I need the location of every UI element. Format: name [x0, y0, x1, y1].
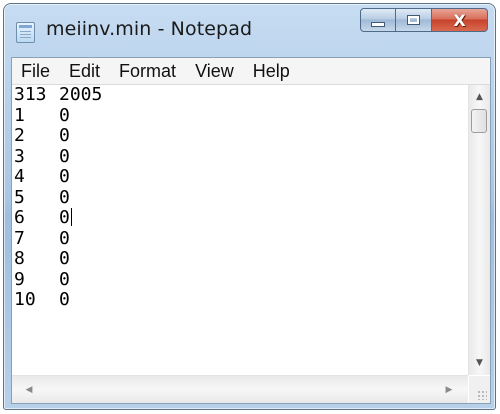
line-col-1: 3 [14, 145, 25, 167]
line-col-2: 0 [59, 125, 70, 146]
title-bar[interactable]: meiinv.min - Notepad X [4, 4, 495, 56]
menu-format[interactable]: Format [110, 61, 186, 82]
window-title: meiinv.min - Notepad [46, 18, 253, 40]
text-line: 313 2005 [14, 85, 102, 106]
line-col-1: 2 [14, 125, 25, 146]
text-line: 10 [14, 104, 102, 127]
menu-bar: File Edit Format View Help [12, 58, 490, 85]
line-col-1: 7 [14, 227, 25, 249]
line-col-1: 10 [14, 289, 36, 310]
line-col-2: 0 [59, 268, 70, 290]
menu-view[interactable]: View [186, 61, 244, 82]
line-col-2: 0 [59, 104, 70, 126]
line-col-1: 313 [14, 85, 47, 105]
line-col-1: 1 [14, 104, 25, 126]
window-controls: X [360, 8, 488, 32]
menu-edit[interactable]: Edit [60, 61, 110, 82]
maximize-button[interactable] [396, 8, 432, 32]
menu-file[interactable]: File [12, 61, 60, 82]
arrow-down-icon[interactable]: ▼ [469, 354, 490, 372]
maximize-icon [407, 15, 420, 25]
close-button[interactable]: X [432, 8, 488, 32]
text-line: 50 [14, 186, 102, 209]
scroll-thumb[interactable] [471, 109, 487, 133]
text-line: 90 [14, 268, 102, 291]
line-col-2: 0 [59, 248, 70, 269]
line-col-2: 0 [59, 207, 70, 228]
notepad-window: meiinv.min - Notepad X File Edit Format … [3, 3, 496, 410]
line-col-2: 2005 [59, 85, 103, 105]
text-line: 70 [14, 227, 102, 250]
line-col-2: 0 [59, 289, 70, 310]
text-line: 80 [14, 248, 102, 270]
arrow-up-icon[interactable]: ▲ [469, 88, 490, 106]
text-line: 10 0 [14, 289, 102, 311]
text-editor[interactable]: 313 2005 10 20 30 40 50 60 70 80 90 10 0 [12, 85, 468, 375]
text-caret [70, 208, 72, 226]
line-col-1: 4 [14, 166, 25, 187]
text-line: 60 [14, 207, 102, 229]
document-lines: 313 2005 10 20 30 40 50 60 70 80 90 10 0 [14, 85, 102, 311]
notepad-icon[interactable] [16, 22, 35, 43]
text-line: 30 [14, 145, 102, 168]
size-grip[interactable] [469, 376, 490, 403]
text-line: 40 [14, 166, 102, 188]
arrow-left-icon[interactable]: ◀ [20, 376, 38, 403]
client-area: File Edit Format View Help 313 2005 10 20… [11, 57, 491, 404]
minimize-icon [371, 21, 385, 27]
horizontal-scrollbar[interactable]: ◀ ▶ [12, 375, 468, 403]
line-col-2: 0 [59, 145, 70, 167]
menu-help[interactable]: Help [244, 61, 300, 82]
close-icon: X [453, 10, 466, 30]
minimize-button[interactable] [360, 8, 396, 32]
line-col-1: 6 [14, 207, 25, 228]
line-col-2: 0 [59, 166, 70, 187]
line-col-1: 5 [14, 186, 25, 208]
line-col-2: 0 [59, 227, 70, 249]
line-col-1: 8 [14, 248, 25, 269]
text-line: 20 [14, 125, 102, 147]
vertical-scrollbar[interactable]: ▲ ▼ [468, 85, 490, 375]
arrow-right-icon[interactable]: ▶ [440, 376, 458, 403]
line-col-2: 0 [59, 186, 70, 208]
line-col-1: 9 [14, 268, 25, 290]
